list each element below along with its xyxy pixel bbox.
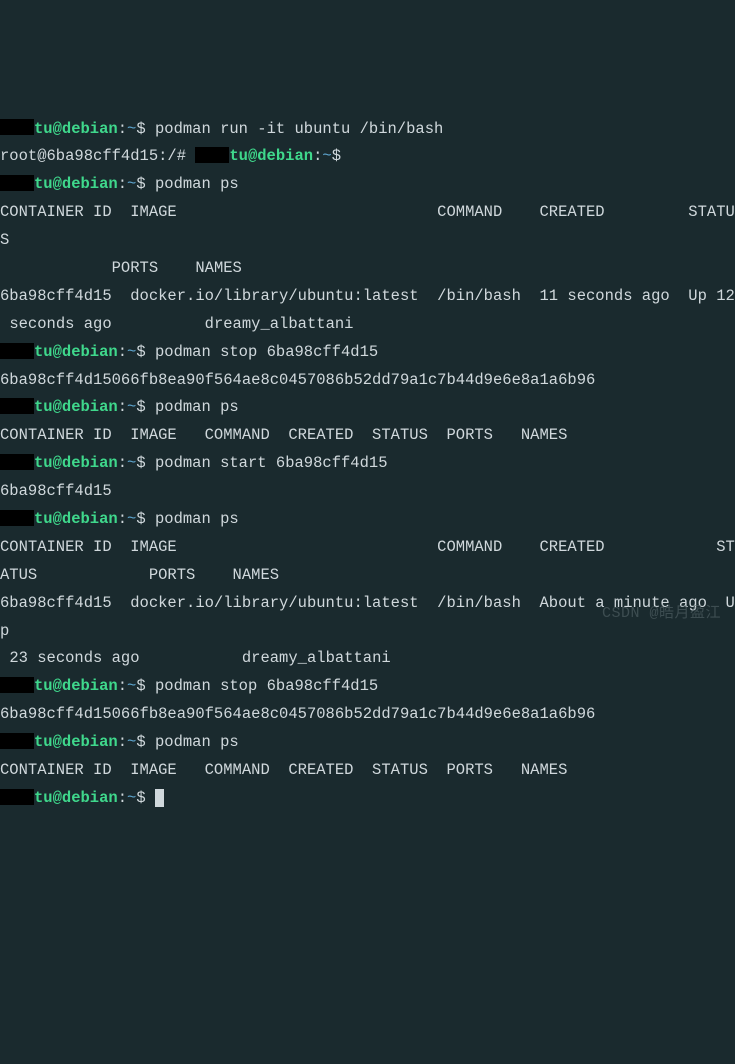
sep: : (313, 147, 322, 165)
sep: : (118, 175, 127, 193)
command: podman stop 6ba98cff4d15 (155, 343, 378, 361)
command: podman run -it ubuntu /bin/bash (155, 120, 443, 138)
user-host: tu@debian (34, 175, 118, 193)
redacted-user (0, 454, 34, 470)
watermark: CSDN @皓月盈江 (602, 600, 721, 627)
line: tu@debian:~$ podman stop 6ba98cff4d15 (0, 339, 735, 367)
command: podman ps (155, 510, 239, 528)
sep: : (118, 733, 127, 751)
command: podman ps (155, 398, 239, 416)
line: tu@debian:~$ (0, 785, 735, 813)
line: tu@debian:~$ podman stop 6ba98cff4d15 (0, 673, 735, 701)
line: tu@debian:~$ podman ps (0, 171, 735, 199)
redacted-user (0, 677, 34, 693)
user-host: tu@debian (34, 120, 118, 138)
output-line: 6ba98cff4d15066fb8ea90f564ae8c0457086b52… (0, 701, 735, 729)
output-line: PORTS NAMES (0, 255, 735, 283)
cwd: ~ (127, 175, 136, 193)
cwd: ~ (127, 510, 136, 528)
output-line: CONTAINER ID IMAGE COMMAND CREATED STATU… (0, 757, 735, 785)
output-line: 6ba98cff4d15 (0, 478, 735, 506)
redacted-user (0, 789, 34, 805)
user-host: tu@debian (34, 510, 118, 528)
user-host: tu@debian (34, 398, 118, 416)
output-line: seconds ago dreamy_albattani (0, 311, 735, 339)
user-host: tu@debian (34, 789, 118, 807)
line: tu@debian:~$ podman ps (0, 729, 735, 757)
sep: : (118, 120, 127, 138)
output-line: CONTAINER ID IMAGE COMMAND CREATED ST (0, 534, 735, 562)
dollar: $ (136, 454, 145, 472)
cwd: ~ (127, 789, 136, 807)
dollar: $ (136, 733, 145, 751)
cwd: ~ (127, 120, 136, 138)
command: podman stop 6ba98cff4d15 (155, 677, 378, 695)
command: podman start 6ba98cff4d15 (155, 454, 388, 472)
redacted-user (0, 343, 34, 359)
terminal-output[interactable]: tu@debian:~$ podman run -it ubuntu /bin/… (0, 116, 735, 813)
sep: : (118, 510, 127, 528)
output-line: ATUS PORTS NAMES (0, 562, 735, 590)
redacted-user (0, 119, 34, 135)
line: tu@debian:~$ podman ps (0, 506, 735, 534)
redacted-user (0, 175, 34, 191)
sep: : (118, 677, 127, 695)
dollar: $ (136, 789, 145, 807)
output-line: 6ba98cff4d15 docker.io/library/ubuntu:la… (0, 283, 735, 311)
cursor-icon (155, 789, 164, 807)
output-line: CONTAINER ID IMAGE COMMAND CREATED STATU… (0, 199, 735, 255)
root-prompt: root@6ba98cff4d15:/# (0, 147, 195, 165)
user-host: tu@debian (229, 147, 313, 165)
line: tu@debian:~$ podman ps (0, 394, 735, 422)
sep: : (118, 398, 127, 416)
dollar: $ (332, 147, 341, 165)
dollar: $ (136, 120, 145, 138)
line: tu@debian:~$ podman run -it ubuntu /bin/… (0, 116, 735, 144)
output-line: 6ba98cff4d15066fb8ea90f564ae8c0457086b52… (0, 367, 735, 395)
sep: : (118, 454, 127, 472)
dollar: $ (136, 510, 145, 528)
user-host: tu@debian (34, 343, 118, 361)
redacted-user (0, 733, 34, 749)
sep: : (118, 343, 127, 361)
cwd: ~ (127, 733, 136, 751)
command: podman ps (155, 175, 239, 193)
dollar: $ (136, 175, 145, 193)
output-line: 23 seconds ago dreamy_albattani (0, 645, 735, 673)
line: root@6ba98cff4d15:/# tu@debian:~$ (0, 143, 735, 171)
cwd: ~ (127, 343, 136, 361)
redacted-user (195, 147, 229, 163)
user-host: tu@debian (34, 733, 118, 751)
output-line: CONTAINER ID IMAGE COMMAND CREATED STATU… (0, 422, 735, 450)
user-host: tu@debian (34, 677, 118, 695)
command: podman ps (155, 733, 239, 751)
redacted-user (0, 398, 34, 414)
user-host: tu@debian (34, 454, 118, 472)
cwd: ~ (322, 147, 331, 165)
cwd: ~ (127, 677, 136, 695)
dollar: $ (136, 398, 145, 416)
dollar: $ (136, 677, 145, 695)
cwd: ~ (127, 398, 136, 416)
redacted-user (0, 510, 34, 526)
dollar: $ (136, 343, 145, 361)
cwd: ~ (127, 454, 136, 472)
line: tu@debian:~$ podman start 6ba98cff4d15 (0, 450, 735, 478)
sep: : (118, 789, 127, 807)
